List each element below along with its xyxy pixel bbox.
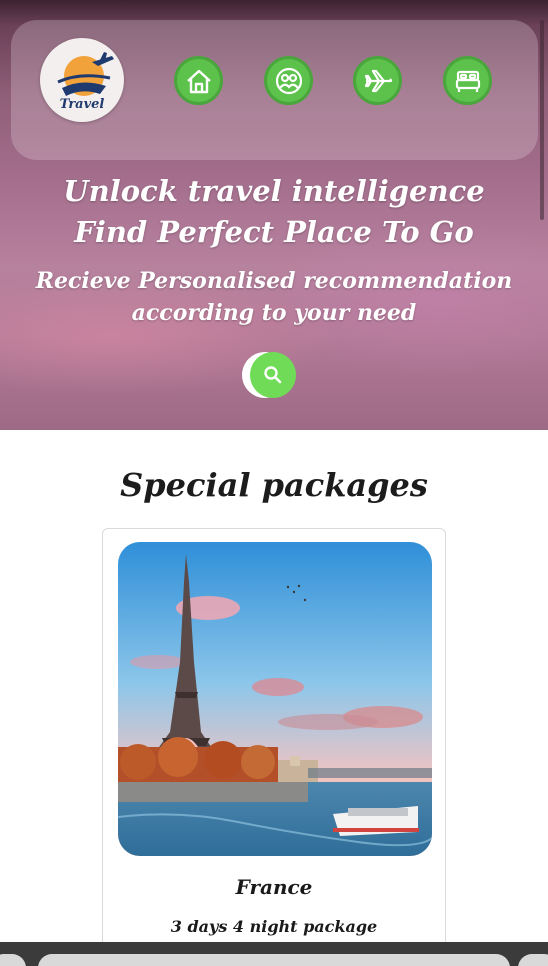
package-image [118, 542, 432, 856]
browser-tabs-button[interactable] [518, 954, 548, 966]
bed-icon[interactable] [443, 56, 492, 105]
browser-back-button[interactable] [0, 954, 26, 966]
page-scrollbar[interactable] [540, 20, 544, 220]
package-description: 3 days 4 night package [170, 917, 378, 936]
users-icon[interactable] [264, 56, 313, 105]
travel-logo[interactable]: Travel [40, 38, 124, 122]
hero-banner: Travel Unlock travel intelligence Find P… [0, 0, 548, 430]
hero-headline-2: Find Perfect Place To Go [74, 215, 474, 249]
home-icon[interactable] [174, 56, 223, 105]
search-icon [264, 366, 282, 384]
package-title: France [235, 875, 313, 899]
search-button-circle[interactable] [250, 352, 296, 398]
search-button[interactable] [242, 352, 298, 398]
logo-text: Travel [60, 97, 105, 112]
package-card[interactable]: France 3 days 4 night package [102, 528, 446, 958]
browser-bottom-bar [0, 942, 548, 966]
browser-address-bar[interactable] [38, 954, 510, 966]
hero-headline-1: Unlock travel intelligence [63, 174, 485, 208]
airplane-icon[interactable] [353, 56, 402, 105]
section-title: Special packages [120, 466, 428, 504]
hero-tagline: Recieve Personalised recommendation acco… [35, 268, 513, 326]
